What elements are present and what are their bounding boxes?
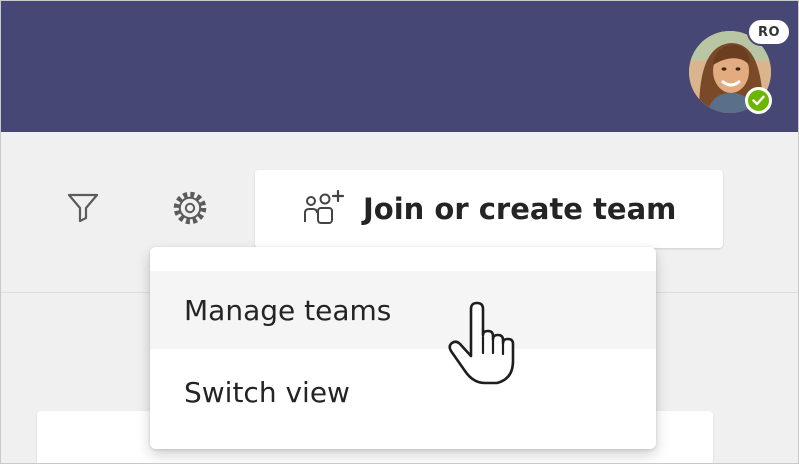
menu-item-manage-teams[interactable]: Manage teams [150,271,656,349]
settings-dropdown-menu: Manage teams Switch view [150,247,656,449]
join-button-label: Join or create team [363,192,677,226]
teams-window: RO Join or create team Manage teams Swit… [0,0,799,464]
hand-pointer-cursor-icon [447,301,521,387]
gear-icon[interactable] [169,187,211,229]
filter-icon[interactable] [63,187,103,227]
avatar-initials-badge: RO [747,18,791,46]
checkmark-icon [752,95,765,106]
menu-item-switch-view[interactable]: Switch view [150,353,656,431]
app-header-bar: RO [1,1,798,132]
join-or-create-team-button[interactable]: Join or create team [255,170,723,248]
add-people-icon [301,189,345,229]
presence-available-badge [745,87,772,114]
